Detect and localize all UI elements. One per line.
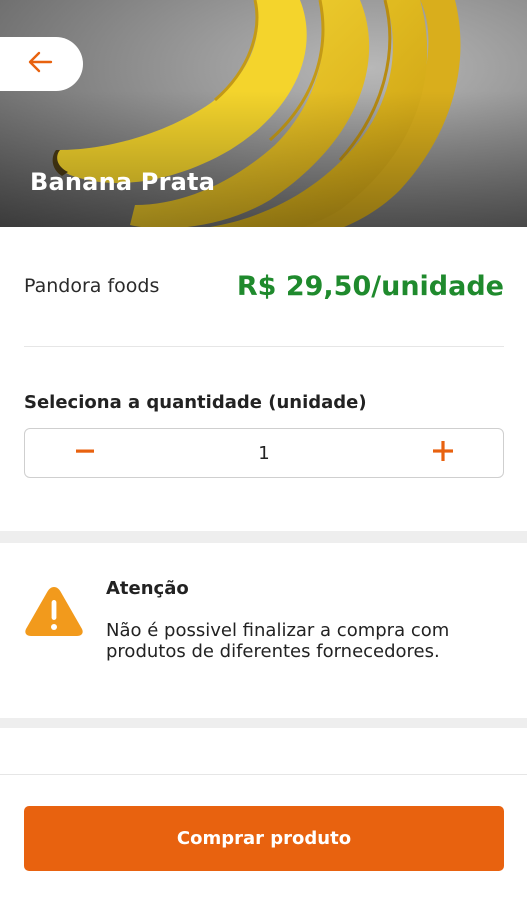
alert-title: Atenção <box>106 578 189 599</box>
supplier-name: Pandora foods <box>24 275 160 297</box>
product-price: R$ 29,50/unidade <box>236 270 504 302</box>
alert-message: Não é possivel finalizar a compra com pr… <box>106 620 450 662</box>
quantity-stepper: 1 <box>24 428 504 478</box>
supplier-row: Pandora foods R$ 29,50/unidade <box>24 262 504 310</box>
buy-product-label: Comprar produto <box>176 828 352 849</box>
quantity-value: 1 <box>258 442 270 464</box>
divider <box>24 346 504 347</box>
quantity-label: Seleciona a quantidade (unidade) <box>24 392 367 413</box>
back-button[interactable] <box>0 37 83 91</box>
decrease-button[interactable] <box>71 439 99 467</box>
plus-icon <box>432 441 453 465</box>
minus-icon <box>76 442 94 464</box>
warning-icon <box>24 585 84 637</box>
product-hero: Banana Prata <box>0 0 527 227</box>
increase-button[interactable] <box>429 439 457 467</box>
buy-product-button[interactable]: Comprar produto <box>24 806 504 871</box>
section-separator <box>0 718 527 728</box>
arrow-left-icon <box>27 51 53 77</box>
section-separator <box>0 531 527 543</box>
product-title: Banana Prata <box>30 168 216 196</box>
footer-divider <box>0 774 527 775</box>
